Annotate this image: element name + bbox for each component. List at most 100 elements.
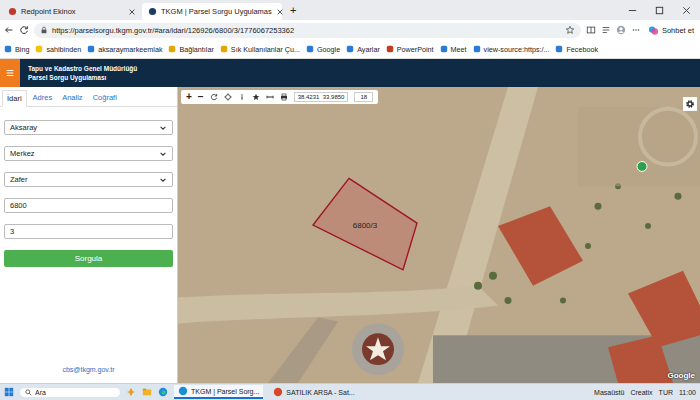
bookmark[interactable]: Meet — [440, 45, 467, 54]
close-icon[interactable] — [128, 8, 136, 16]
desktop-label[interactable]: Masaüstü — [594, 389, 624, 396]
favorite-star-icon[interactable] — [565, 25, 575, 35]
bookmark-icon — [440, 45, 448, 53]
text-input[interactable] — [4, 198, 173, 213]
select-field[interactable]: Aksaray — [4, 120, 173, 135]
back-icon[interactable] — [4, 25, 14, 35]
parcel-polygon[interactable] — [313, 178, 417, 269]
copilot-button[interactable]: Sohbet et — [646, 25, 696, 36]
map-toolbar: +− 38.4231 33.9850 18 — [181, 90, 378, 104]
bookmark[interactable]: Bağlantılar — [168, 45, 213, 54]
maximize-icon[interactable] — [654, 5, 665, 16]
text-input[interactable] — [4, 224, 173, 239]
park-marker-icon[interactable] — [637, 161, 647, 171]
menu-button[interactable] — [0, 59, 20, 87]
bookmark-icon — [386, 45, 394, 53]
chevron-down-icon — [159, 150, 167, 158]
bookmark[interactable]: Bing — [4, 45, 29, 54]
query-button[interactable]: Sorgula — [4, 250, 173, 267]
bookmark-icon — [555, 45, 563, 53]
zoom-out-button[interactable]: − — [198, 92, 204, 102]
refresh-map-icon[interactable] — [210, 93, 218, 101]
taskbar-app[interactable]: SATILIK ARSA - Sat... — [269, 386, 358, 398]
bookmark-icon — [220, 45, 228, 53]
parcel-overlay: 6800/3 — [178, 87, 700, 383]
bookmark-icon — [168, 45, 176, 53]
panel-tab[interactable]: Analiz — [58, 90, 86, 106]
bookmark[interactable]: sahibinden — [35, 45, 81, 54]
panel-tab[interactable]: İdari — [2, 90, 27, 107]
panel-tab[interactable]: Coğrafi — [89, 90, 121, 106]
browser-tab[interactable]: Redpoint Ekinox — [2, 3, 142, 20]
query-panel: İdariAdresAnalizCoğrafi Aksaray Merkez Zafe… — [0, 87, 178, 383]
contact-email[interactable]: cbs@tkgm.gov.tr — [0, 360, 177, 383]
satellite-image — [178, 87, 700, 383]
url-text: https://parselsorgu.tkgm.gov.tr/#ara/ida… — [52, 26, 294, 35]
app-icon — [178, 386, 188, 396]
taskbar: Ara TKGM | Parsel Sorg... SATILIK ARSA - S… — [0, 383, 700, 400]
select-field[interactable]: Zafer — [4, 172, 173, 187]
parcel-label: 6800/3 — [353, 221, 378, 230]
settings-button[interactable] — [683, 97, 697, 111]
site-icon — [8, 7, 17, 16]
url-field[interactable]: https://parselsorgu.tkgm.gov.tr/#ara/ida… — [34, 23, 581, 38]
app-icon — [273, 387, 283, 397]
file-explorer-icon[interactable] — [142, 387, 152, 397]
print-icon[interactable] — [280, 93, 288, 101]
bookmark-icon — [4, 45, 12, 53]
minimize-icon[interactable] — [627, 5, 638, 16]
bookmark[interactable]: view-source:https:/... — [473, 45, 550, 54]
bookmark[interactable]: aksaraymarkeemlak — [87, 45, 162, 54]
widget-icon[interactable] — [126, 387, 136, 397]
search-icon — [25, 389, 32, 396]
info-icon[interactable] — [238, 93, 246, 101]
bookmark[interactable]: Sık Kullanılanlar Çu... — [220, 45, 300, 54]
bookmark[interactable]: Google — [306, 45, 340, 54]
google-attribution: Google — [667, 371, 695, 380]
bookmarks-bar: Bing sahibinden aksaraymarkeemlak Bağlantıl… — [0, 40, 700, 59]
bookmark[interactable]: PowerPoint — [386, 45, 434, 54]
profile-icon[interactable] — [616, 25, 626, 35]
clock[interactable]: 11:00 — [679, 389, 696, 396]
locate-icon[interactable] — [224, 93, 232, 101]
screen: Redpoint EkinoxTKGM | Parsel Sorgu Uygul… — [0, 0, 700, 400]
map[interactable]: 6800/3 +− 38.4231 33.9850 18 Google — [178, 87, 700, 383]
search-box[interactable]: Ara — [20, 388, 120, 397]
app-title: Tapu ve Kadastro Genel Müdürlüğü — [28, 65, 137, 73]
edge-icon[interactable] — [158, 387, 168, 397]
browser-tab[interactable]: TKGM | Parsel Sorgu Uygulamas — [142, 3, 282, 20]
measure-icon[interactable] — [266, 93, 274, 101]
bookmark-icon — [473, 45, 481, 53]
new-tab-button[interactable]: + — [282, 4, 304, 16]
panel-tab[interactable]: Adres — [29, 90, 57, 106]
start-icon[interactable] — [4, 387, 14, 397]
hamburger-icon — [5, 68, 15, 78]
site-icon — [148, 7, 157, 16]
split-screen-icon[interactable] — [586, 25, 596, 35]
tab-strip: Redpoint EkinoxTKGM | Parsel Sorgu Uygul… — [0, 0, 700, 20]
bookmark[interactable]: Ayarlar — [346, 45, 380, 54]
close-window-icon[interactable] — [681, 5, 692, 16]
bookmark-icon — [35, 45, 43, 53]
panel-tabs: İdariAdresAnalizCoğrafi — [0, 87, 177, 107]
gear-icon — [685, 99, 695, 109]
language[interactable]: TUR — [659, 389, 673, 396]
zoom-in-button[interactable]: + — [186, 92, 192, 102]
lock-icon — [40, 26, 48, 34]
coordinates: 38.4231 33.9850 — [294, 92, 349, 102]
bookmark[interactable]: Fecebook — [555, 45, 598, 54]
bookmark-icon — [87, 45, 95, 53]
app-subtitle: Parsel Sorgu Uygulaması — [28, 74, 137, 82]
refresh-icon[interactable] — [19, 25, 29, 35]
favorites-icon[interactable] — [601, 25, 611, 35]
close-icon[interactable] — [276, 8, 284, 16]
taskbar-app[interactable]: TKGM | Parsel Sorg... — [174, 385, 263, 399]
address-bar: https://parselsorgu.tkgm.gov.tr/#ara/ida… — [0, 20, 700, 40]
weather-label[interactable]: Creatix — [630, 389, 652, 396]
menu-dots-icon[interactable] — [631, 25, 641, 35]
zoom-level: 18 — [354, 92, 373, 102]
star-icon[interactable] — [252, 93, 260, 101]
copilot-icon — [648, 25, 659, 36]
select-field[interactable]: Merkez — [4, 146, 173, 161]
bookmark-icon — [346, 45, 354, 53]
